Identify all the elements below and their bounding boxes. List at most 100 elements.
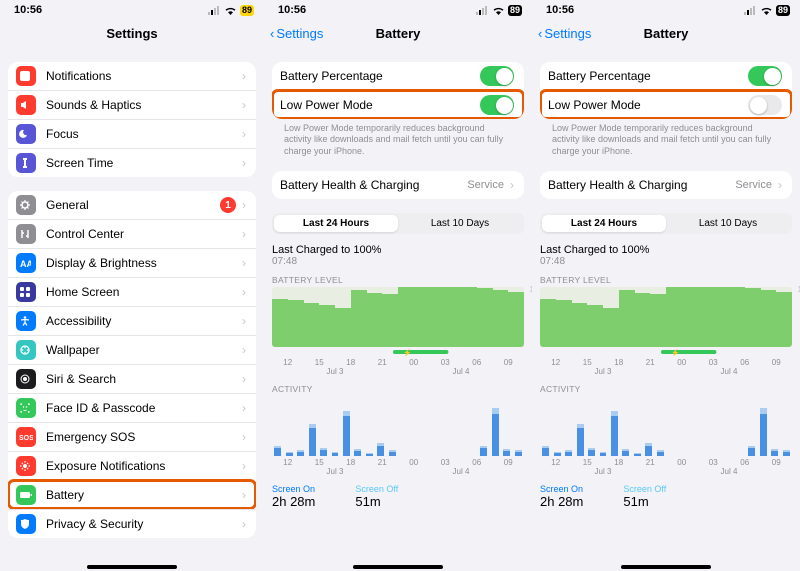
signal-icon bbox=[744, 6, 757, 15]
row-label: Battery Percentage bbox=[280, 69, 480, 83]
faceid-icon bbox=[16, 398, 36, 418]
last-charged-label: Last Charged to 100% bbox=[540, 244, 792, 256]
low-power-mode-toggle[interactable] bbox=[748, 95, 782, 115]
settings-row-accessibility[interactable]: Accessibility› bbox=[8, 306, 256, 335]
settings-row-focus[interactable]: Focus› bbox=[8, 119, 256, 148]
row-label: Low Power Mode bbox=[548, 98, 748, 112]
row-label: General bbox=[46, 198, 220, 212]
status-bar: 10:56 89 bbox=[264, 0, 532, 18]
back-button[interactable]: ‹ Settings bbox=[270, 26, 323, 41]
settings-row-privacy[interactable]: Privacy & Security› bbox=[8, 509, 256, 538]
row-label: Battery Percentage bbox=[548, 69, 748, 83]
page-title: Settings bbox=[106, 26, 157, 41]
status-time: 10:56 bbox=[14, 4, 42, 16]
svg-text:AA: AA bbox=[20, 259, 33, 269]
usage-summary: Screen On2h 28m Screen Off51m bbox=[540, 484, 792, 509]
svg-text:⚡: ⚡ bbox=[671, 348, 680, 356]
x-dates-2: Jul 3Jul 4 bbox=[272, 467, 524, 476]
usage-summary: Screen On2h 28m Screen Off51m bbox=[272, 484, 524, 509]
screen-off-label: Screen Off bbox=[355, 484, 398, 494]
chevron-right-icon: › bbox=[242, 285, 246, 299]
level-label: BATTERY LEVEL bbox=[540, 275, 792, 285]
screentime-icon bbox=[16, 153, 36, 173]
settings-row-battery[interactable]: Battery› bbox=[8, 480, 256, 509]
last-charged: Last Charged to 100% 07:48 bbox=[540, 244, 792, 267]
battery-health-row[interactable]: Battery Health & Charging Service › bbox=[540, 171, 792, 199]
battery-level-chart: 100% 50% bbox=[540, 287, 792, 347]
settings-row-screentime[interactable]: Screen Time› bbox=[8, 148, 256, 177]
wifi-icon bbox=[760, 6, 773, 15]
home-indicator[interactable] bbox=[87, 565, 177, 569]
notifications-icon bbox=[16, 66, 36, 86]
row-label: Emergency SOS bbox=[46, 430, 242, 444]
nav-bar: ‹ Settings Battery bbox=[264, 18, 532, 48]
row-label: Screen Time bbox=[46, 156, 242, 170]
home-indicator[interactable] bbox=[353, 565, 443, 569]
page-title: Battery bbox=[376, 26, 421, 41]
x-dates: Jul 3Jul 4 bbox=[272, 367, 524, 376]
settings-row-controlcenter[interactable]: Control Center› bbox=[8, 219, 256, 248]
row-label: Battery Health & Charging bbox=[548, 178, 735, 192]
battery-percentage-toggle[interactable] bbox=[748, 66, 782, 86]
chevron-right-icon: › bbox=[242, 459, 246, 473]
battery-icon: 89 bbox=[240, 5, 254, 16]
status-bar: 10:56 89 bbox=[0, 0, 264, 18]
status-time: 10:56 bbox=[546, 4, 574, 16]
health-value: Service bbox=[467, 179, 504, 191]
battery-icon: 89 bbox=[776, 5, 790, 16]
screen-off-label: Screen Off bbox=[623, 484, 666, 494]
settings-row-exposure[interactable]: Exposure Notifications› bbox=[8, 451, 256, 480]
accessibility-icon bbox=[16, 311, 36, 331]
exposure-icon bbox=[16, 456, 36, 476]
battery-percentage-row[interactable]: Battery Percentage bbox=[540, 62, 792, 90]
chevron-right-icon: › bbox=[242, 430, 246, 444]
chevron-right-icon: › bbox=[242, 127, 246, 141]
wifi-icon bbox=[492, 6, 505, 15]
home-indicator[interactable] bbox=[621, 565, 711, 569]
last-charged-time: 07:48 bbox=[540, 256, 792, 267]
chevron-right-icon: › bbox=[242, 314, 246, 328]
wallpaper-icon bbox=[16, 340, 36, 360]
seg-last10[interactable]: Last 10 Days bbox=[398, 215, 522, 232]
last-charged-time: 07:48 bbox=[272, 256, 524, 267]
chevron-right-icon: › bbox=[242, 488, 246, 502]
low-power-mode-toggle[interactable] bbox=[480, 95, 514, 115]
seg-last24[interactable]: Last 24 Hours bbox=[542, 215, 666, 232]
chevron-right-icon: › bbox=[242, 198, 246, 212]
sounds-icon bbox=[16, 95, 36, 115]
row-label: Privacy & Security bbox=[46, 517, 242, 531]
charging-indicator: ⚡ bbox=[540, 348, 792, 356]
row-label: Home Screen bbox=[46, 285, 242, 299]
settings-row-notifications[interactable]: Notifications› bbox=[8, 62, 256, 90]
last-charged: Last Charged to 100% 07:48 bbox=[272, 244, 524, 267]
low-power-mode-row[interactable]: Low Power Mode bbox=[540, 90, 792, 119]
settings-row-display[interactable]: AADisplay & Brightness› bbox=[8, 248, 256, 277]
level-label: BATTERY LEVEL bbox=[272, 275, 524, 285]
battery-percentage-row[interactable]: Battery Percentage bbox=[272, 62, 524, 90]
settings-row-homescreen[interactable]: Home Screen› bbox=[8, 277, 256, 306]
chevron-right-icon: › bbox=[242, 227, 246, 241]
screen-off-value: 51m bbox=[355, 494, 398, 509]
low-power-mode-row[interactable]: Low Power Mode bbox=[272, 90, 524, 119]
settings-row-sounds[interactable]: Sounds & Haptics› bbox=[8, 90, 256, 119]
settings-row-faceid[interactable]: Face ID & Passcode› bbox=[8, 393, 256, 422]
back-button[interactable]: ‹ Settings bbox=[538, 26, 591, 41]
screen-on-value: 2h 28m bbox=[540, 494, 583, 509]
settings-row-general[interactable]: General1› bbox=[8, 191, 256, 219]
x-ticks: 1215182100030609 bbox=[540, 358, 792, 367]
seg-last24[interactable]: Last 24 Hours bbox=[274, 215, 398, 232]
x-dates: Jul 3Jul 4 bbox=[540, 367, 792, 376]
wifi-icon bbox=[224, 6, 237, 15]
battery-health-row[interactable]: Battery Health & Charging Service › bbox=[272, 171, 524, 199]
row-label: Display & Brightness bbox=[46, 256, 242, 270]
settings-row-wallpaper[interactable]: Wallpaper› bbox=[8, 335, 256, 364]
settings-row-sos[interactable]: SOSEmergency SOS› bbox=[8, 422, 256, 451]
time-range-segmented[interactable]: Last 24 Hours Last 10 Days bbox=[272, 213, 524, 234]
row-label: Focus bbox=[46, 127, 242, 141]
battery-percentage-toggle[interactable] bbox=[480, 66, 514, 86]
activity-label: ACTIVITY bbox=[272, 384, 524, 394]
settings-row-siri[interactable]: Siri & Search› bbox=[8, 364, 256, 393]
time-range-segmented[interactable]: Last 24 Hours Last 10 Days bbox=[540, 213, 792, 234]
screen-on-label: Screen On bbox=[272, 484, 315, 494]
seg-last10[interactable]: Last 10 Days bbox=[666, 215, 790, 232]
